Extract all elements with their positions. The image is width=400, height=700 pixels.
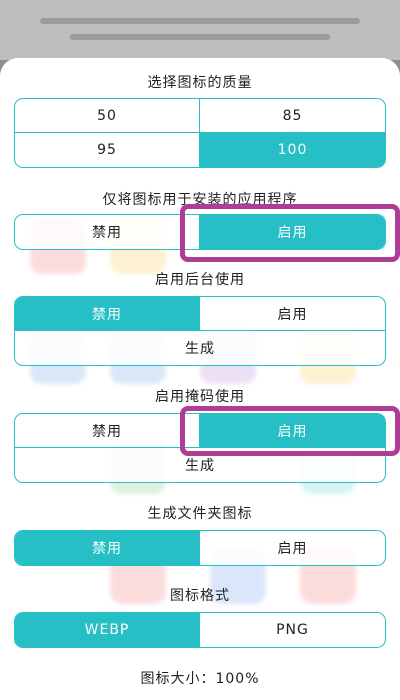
background-app-header xyxy=(0,0,400,60)
format-png-button[interactable]: PNG xyxy=(200,613,385,647)
folder-icon-enable-button[interactable]: 启用 xyxy=(200,531,385,565)
folder-icon-toggle: 禁用 启用 xyxy=(14,530,386,566)
mask-generate-button[interactable]: 生成 xyxy=(15,448,385,482)
background-enable-button[interactable]: 启用 xyxy=(200,297,385,331)
background-disable-button[interactable]: 禁用 xyxy=(15,297,200,331)
icon-size-label: 图标大小：100% xyxy=(140,671,260,687)
installed-only-enable-button[interactable]: 启用 xyxy=(200,215,385,249)
background-toggle: 禁用 启用 生成 xyxy=(14,296,386,366)
quality-title: 选择图标的质量 xyxy=(147,75,253,91)
mask-enable-button[interactable]: 启用 xyxy=(200,414,385,448)
format-toggle: WEBP PNG xyxy=(14,612,386,648)
installed-only-toggle: 禁用 启用 xyxy=(14,214,386,250)
quality-option-95[interactable]: 95 xyxy=(15,133,200,167)
installed-only-title: 仅将图标用于安装的应用程序 xyxy=(102,192,298,208)
mask-disable-button[interactable]: 禁用 xyxy=(15,414,200,448)
format-title: 图标格式 xyxy=(170,588,230,604)
background-generate-button[interactable]: 生成 xyxy=(15,331,385,365)
mask-title: 启用掩码使用 xyxy=(155,389,245,405)
quality-option-100[interactable]: 100 xyxy=(200,133,385,167)
quality-option-85[interactable]: 85 xyxy=(200,99,385,133)
background-title: 启用后台使用 xyxy=(155,272,245,288)
folder-icon-disable-button[interactable]: 禁用 xyxy=(15,531,200,565)
quality-option-50[interactable]: 50 xyxy=(15,99,200,133)
installed-only-disable-button[interactable]: 禁用 xyxy=(15,215,200,249)
mask-toggle: 禁用 启用 生成 xyxy=(14,413,386,483)
format-webp-button[interactable]: WEBP xyxy=(15,613,200,647)
folder-icon-title: 生成文件夹图标 xyxy=(147,506,253,522)
quality-options: 50 85 95 100 xyxy=(14,98,386,168)
